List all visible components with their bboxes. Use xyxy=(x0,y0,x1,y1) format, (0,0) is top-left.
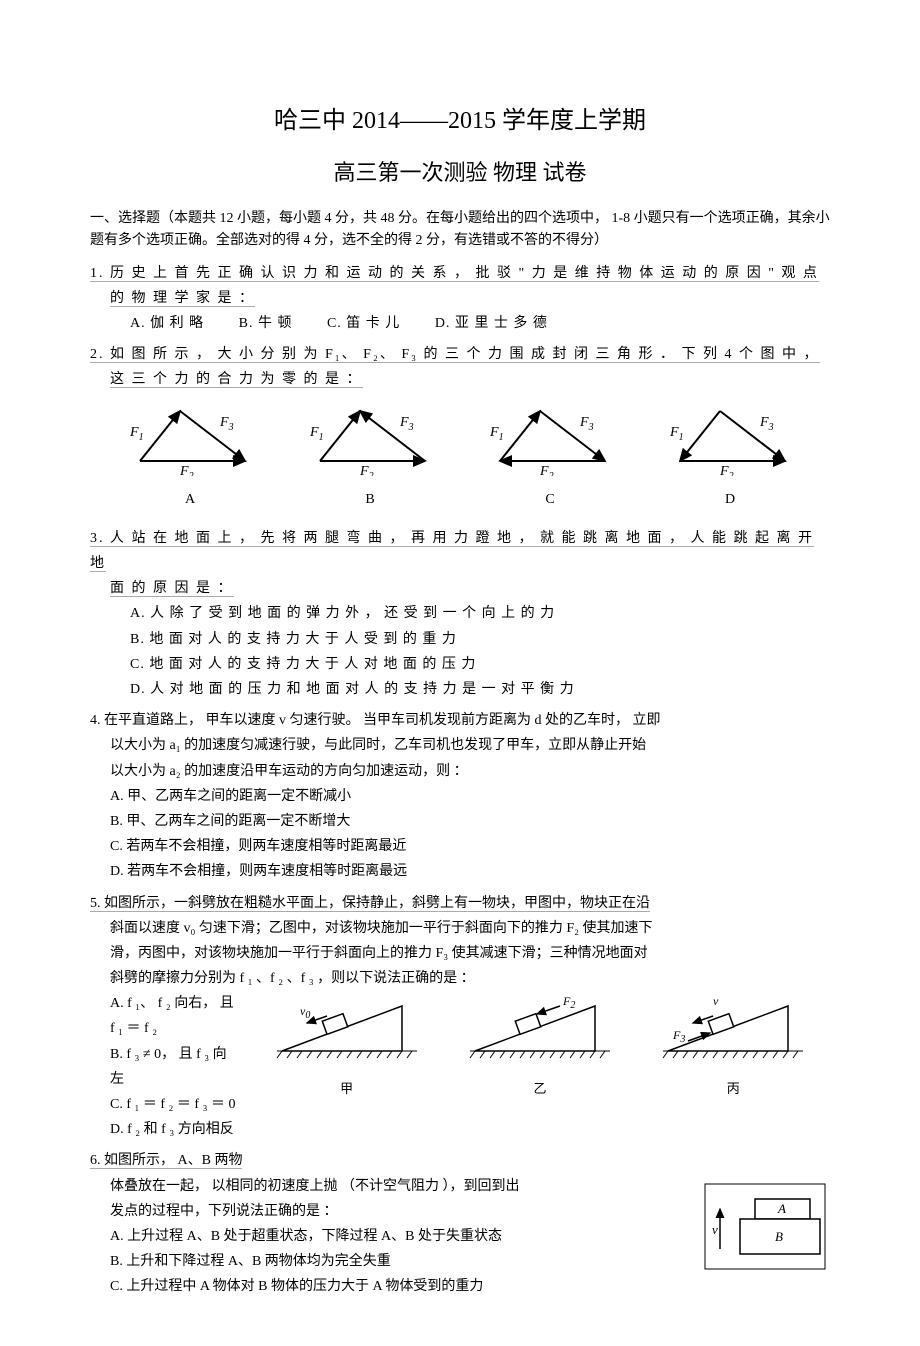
svg-text:F3: F3 xyxy=(579,415,594,433)
svg-text:F3: F3 xyxy=(219,415,234,433)
q2-stem2: 这 三 个 力 的 合 力 为 零 的 是 ： xyxy=(90,367,830,392)
q2-figure-c: F1 F3 F2 C xyxy=(480,401,620,512)
q3-option-a: A. 人 除 了 受 到 地 面 的 弹 力 外 ， 还 受 到 一 个 向 上… xyxy=(90,601,830,626)
question-5: 5. 如图所示，一斜劈放在粗糙水平面上，保持静止，斜劈上有一物块，甲图中，物块正… xyxy=(90,891,830,1143)
q2-label-d: D xyxy=(660,487,800,512)
svg-text:F2: F2 xyxy=(719,464,734,476)
q1-option-c: C. 笛 卡 儿 xyxy=(327,311,400,336)
q1-stem2: 的 物 理 学 家 是 ： xyxy=(90,286,830,311)
question-3: 3. 人 站 在 地 面 上 ， 先 将 两 腿 弯 曲 ， 再 用 力 蹬 地… xyxy=(90,526,830,702)
q5-line1: 5. 如图所示，一斜劈放在粗糙水平面上，保持静止，斜劈上有一物块，甲图中，物块正… xyxy=(90,891,830,916)
q3-stem2: 面 的 原 因 是 ： xyxy=(90,576,830,601)
q4-line1: 4. 在平直道路上， 甲车以速度 v 匀速行驶。 当甲车司机发现前方距离为 d … xyxy=(90,708,830,733)
svg-text:v: v xyxy=(713,994,719,1008)
q2-figure-d: F1 F3 F2 D xyxy=(660,401,800,512)
svg-text:F1: F1 xyxy=(309,425,324,443)
q1-option-a: A. 伽 利 略 xyxy=(130,311,204,336)
q2-figure-b: F1 F3 F2 B xyxy=(300,401,440,512)
q4-option-c: C. 若两车不会相撞，则两车速度相等时距离最近 xyxy=(90,834,830,859)
q4-line2: 以大小为 a₁ 的加速度匀减速行驶，与此同时，乙车司机也发现了甲车，立即从静止开… xyxy=(90,733,830,758)
question-2: 2. 如 图 所 示 ， 大 小 分 别 为 F₁、 F₂、 F₃ 的 三 个 … xyxy=(90,342,830,520)
q5-line2: 斜面以速度 v₀ 匀速下滑；乙图中，对该物块施加一平行于斜面向下的推力 F₂ 使… xyxy=(90,916,830,941)
svg-text:v: v xyxy=(712,1222,718,1237)
q1-options: A. 伽 利 略 B. 牛 顿 C. 笛 卡 儿 D. 亚 里 士 多 德 xyxy=(90,311,830,336)
svg-text:F1: F1 xyxy=(489,425,504,443)
exam-title-line1: 哈三中 2014——2015 学年度上学期 xyxy=(90,100,830,143)
svg-text:F3: F3 xyxy=(399,415,414,433)
q1-option-d: D. 亚 里 士 多 德 xyxy=(435,311,548,336)
q1-option-b: B. 牛 顿 xyxy=(239,311,293,336)
q5-option-d: D. f ₂ 和 f ₃ 方向相反 xyxy=(110,1117,240,1142)
q4-option-d: D. 若两车不会相撞，则两车速度相等时距离最远 xyxy=(90,859,830,884)
q3-option-c: C. 地 面 对 人 的 支 持 力 大 于 人 对 地 面 的 压 力 xyxy=(90,652,830,677)
q3-option-d: D. 人 对 地 面 的 压 力 和 地 面 对 人 的 支 持 力 是 一 对… xyxy=(90,677,830,702)
section-instruction: 一、选择题（本题共 12 小题，每小题 4 分，共 48 分。在每小题给出的四个… xyxy=(90,208,830,253)
q2-label-b: B xyxy=(300,487,440,512)
svg-text:B: B xyxy=(775,1229,783,1244)
svg-text:A: A xyxy=(777,1201,786,1216)
svg-text:F3: F3 xyxy=(759,415,774,433)
q1-stem: 1. 历 史 上 首 先 正 确 认 识 力 和 运 动 的 关 系 ， 批 驳… xyxy=(90,261,830,286)
svg-text:F2: F2 xyxy=(179,464,194,476)
q5-figure-yi: F2 乙 xyxy=(465,991,615,1101)
q4-option-b: B. 甲、乙两车之间的距离一定不断增大 xyxy=(90,809,830,834)
q5-line3: 滑，丙图中，对该物块施加一平行于斜面向上的推力 F₃ 使其减速下滑；三种情况地面… xyxy=(90,941,830,966)
svg-text:F3: F3 xyxy=(672,1028,685,1045)
q5-label-jia: 甲 xyxy=(272,1077,422,1100)
q5-option-b: B. f ₃ ≠ 0， 且 f ₃ 向左 xyxy=(110,1042,240,1092)
q3-option-b: B. 地 面 对 人 的 支 持 力 大 于 人 受 到 的 重 力 xyxy=(90,627,830,652)
q4-option-a: A. 甲、乙两车之间的距离一定不断减小 xyxy=(90,784,830,809)
q2-figure-a: F1 F3 F2 A xyxy=(120,401,260,512)
q5-option-a: A. f ₁、 f ₂ 向右， 且 f ₁ ＝ f ₂ xyxy=(110,991,240,1041)
q5-option-c: C. f ₁ ＝ f ₂ ＝ f ₃ ＝ 0 xyxy=(110,1092,240,1117)
q2-label-c: C xyxy=(480,487,620,512)
q5-label-bing: 丙 xyxy=(658,1077,808,1100)
q2-label-a: A xyxy=(120,487,260,512)
q6-figure: A B v xyxy=(700,1179,830,1283)
q5-figure-bing: v F3 丙 xyxy=(658,991,808,1101)
svg-text:F2: F2 xyxy=(539,464,554,476)
question-6: 6. 如图所示， A、B 两物 A B v 体叠放在一起， 以相同的初速度上抛 … xyxy=(90,1148,830,1299)
svg-text:F2: F2 xyxy=(359,464,374,476)
exam-title-line2: 高三第一次测验 物理 试卷 xyxy=(90,153,830,193)
question-1: 1. 历 史 上 首 先 正 确 认 识 力 和 运 动 的 关 系 ， 批 驳… xyxy=(90,261,830,337)
svg-text:F1: F1 xyxy=(669,425,684,443)
svg-text:F2: F2 xyxy=(562,994,575,1011)
q5-label-yi: 乙 xyxy=(465,1077,615,1100)
q2-figures: F1 F3 F2 A F1 F3 F2 B xyxy=(90,393,830,520)
svg-text:v0: v0 xyxy=(300,1004,310,1021)
q5-line4: 斜劈的摩擦力分别为 f ₁ 、f ₂ 、f ₃ ，则以下说法正确的是 ： xyxy=(90,966,830,991)
q2-stem: 2. 如 图 所 示 ， 大 小 分 别 为 F₁、 F₂、 F₃ 的 三 个 … xyxy=(90,342,830,367)
q4-line3: 以大小为 a₂ 的加速度沿甲车运动的方向匀加速运动，则 ： xyxy=(90,759,830,784)
q3-stem: 3. 人 站 在 地 面 上 ， 先 将 两 腿 弯 曲 ， 再 用 力 蹬 地… xyxy=(90,526,830,576)
q5-figure-jia: v0 甲 xyxy=(272,991,422,1101)
q6-line1: 6. 如图所示， A、B 两物 xyxy=(90,1148,830,1173)
q5-figures: v0 甲 F xyxy=(250,991,830,1101)
svg-text:F1: F1 xyxy=(129,425,144,443)
question-4: 4. 在平直道路上， 甲车以速度 v 匀速行驶。 当甲车司机发现前方距离为 d … xyxy=(90,708,830,884)
